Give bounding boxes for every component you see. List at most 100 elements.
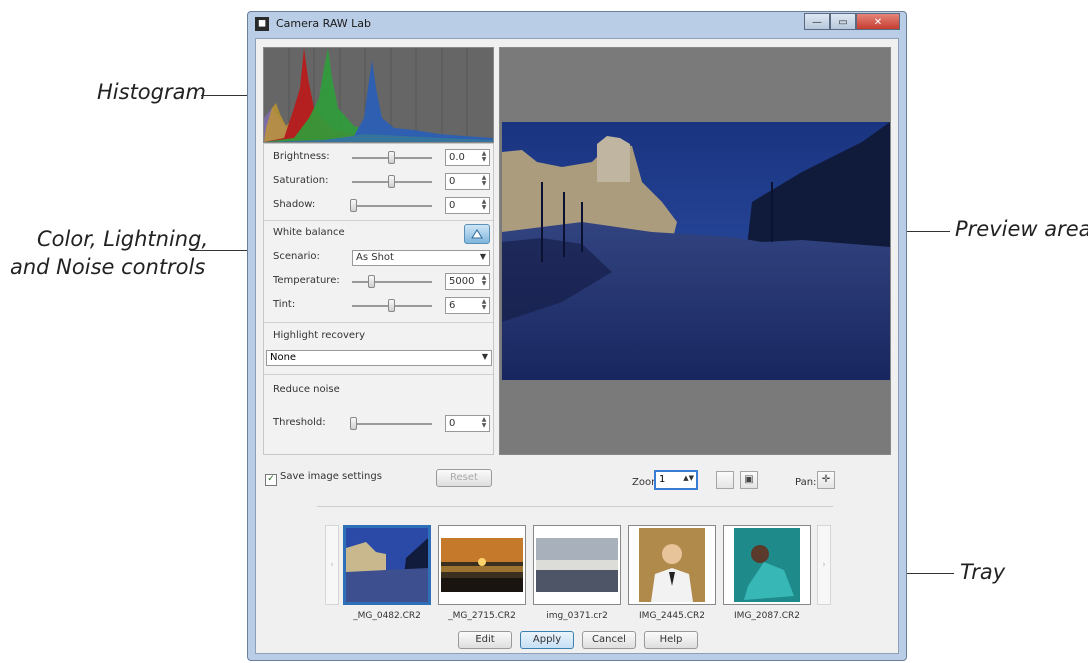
close-button[interactable]: ✕ [856, 13, 900, 30]
tint-label: Tint: [273, 299, 296, 310]
brightness-label: Brightness: [273, 151, 330, 162]
adjustments-panel: Brightness: 0.0 ▲ ▼ Saturation: 0 ▲ ▼ Sh… [263, 143, 494, 455]
pan-button[interactable]: ✛ [817, 471, 835, 489]
pan-label: Pan: [795, 477, 817, 488]
white-balance-row: White balance [264, 222, 495, 246]
tint-spinbox[interactable]: 6 ▲ ▼ [445, 297, 490, 314]
divider [264, 322, 493, 323]
spin-arrows-icon[interactable]: ▲▼ [480, 417, 488, 430]
preview-area[interactable] [499, 47, 891, 455]
threshold-label: Threshold: [273, 417, 326, 428]
tray-thumbnail[interactable] [343, 525, 431, 605]
spin-arrows-icon[interactable]: ▲▼ [480, 299, 488, 312]
spin-arrows-icon[interactable]: ▲▼ [480, 151, 488, 164]
edit-button[interactable]: Edit [458, 631, 512, 649]
thumbnail-image [629, 526, 715, 604]
shadow-slider[interactable] [350, 199, 432, 212]
eyedropper-button[interactable] [464, 224, 490, 244]
maximize-button[interactable]: ▭ [830, 13, 856, 30]
histogram-graph [264, 48, 493, 142]
callout-line-controls [190, 250, 253, 251]
divider [264, 374, 493, 375]
reset-button[interactable]: Reset [436, 469, 492, 487]
spin-arrows-icon[interactable]: ▲▼ [683, 474, 694, 482]
zoom-spinbox[interactable]: 1 ▲▼ [654, 470, 698, 490]
tint-slider[interactable] [352, 299, 432, 312]
tray-thumbnail[interactable] [533, 525, 621, 605]
minimize-button[interactable]: — [804, 13, 830, 30]
brightness-slider-thumb[interactable] [388, 151, 395, 164]
brightness-row: Brightness: 0.0 ▲ ▼ [264, 146, 495, 170]
tray-thumbnail-name: IMG_2087.CR2 [734, 611, 800, 621]
thumbnail-image [439, 526, 525, 604]
tint-row: Tint: 6 ▲ ▼ [264, 294, 495, 318]
shadow-spinbox[interactable]: 0 ▲ ▼ [445, 197, 490, 214]
temperature-slider-thumb[interactable] [368, 275, 375, 288]
scenario-row: Scenario: As Shot ▼ [264, 246, 495, 270]
threshold-value[interactable]: 0 [449, 418, 455, 429]
threshold-slider-thumb[interactable] [350, 417, 358, 430]
callout-preview: Preview area [955, 217, 1088, 241]
saturation-spinbox[interactable]: 0 ▲ ▼ [445, 173, 490, 190]
callout-controls-line2: and Noise controls [10, 255, 206, 279]
help-button[interactable]: Help [644, 631, 698, 649]
shadow-slider-thumb[interactable] [350, 199, 358, 212]
tint-slider-thumb[interactable] [388, 299, 395, 312]
tray-thumbnail[interactable] [723, 525, 811, 605]
divider [264, 220, 493, 221]
threshold-row: Threshold: 0 ▲ ▼ [264, 412, 495, 436]
temperature-spinbox[interactable]: 5000 ▲ ▼ [445, 273, 490, 290]
highlight-recovery-label: Highlight recovery [273, 330, 366, 341]
callout-histogram: Histogram [97, 80, 206, 104]
saturation-slider-thumb[interactable] [388, 175, 395, 188]
scenario-value: As Shot [356, 252, 394, 263]
threshold-slider[interactable] [350, 417, 432, 430]
reduce-noise-label: Reduce noise [273, 384, 340, 395]
spin-arrows-icon[interactable]: ▲▼ [480, 275, 488, 288]
brightness-spinbox[interactable]: 0.0 ▲ ▼ [445, 149, 490, 166]
zoom-value[interactable]: 1 [659, 474, 665, 485]
actual-size-button[interactable]: ▣ [740, 471, 758, 489]
temperature-slider[interactable] [352, 275, 432, 288]
thumbnail-image [534, 526, 620, 604]
scenario-dropdown[interactable]: As Shot ▼ [352, 250, 490, 266]
threshold-spinbox[interactable]: 0 ▲ ▼ [445, 415, 490, 432]
tray-scroll-left-button[interactable]: ‹ [325, 525, 339, 605]
tray-thumbnail[interactable] [628, 525, 716, 605]
preview-image [502, 122, 890, 380]
window-title: Camera RAW Lab [276, 17, 372, 30]
highlight-recovery-value: None [270, 352, 297, 363]
apply-button[interactable]: Apply [520, 631, 574, 649]
callout-controls-line1: Color, Lightning, [37, 227, 209, 251]
dialog-client: Brightness: 0.0 ▲ ▼ Saturation: 0 ▲ ▼ Sh… [255, 38, 899, 654]
shadow-value[interactable]: 0 [449, 200, 455, 211]
tray-thumbnail-name: _MG_0482.CR2 [353, 611, 421, 621]
saturation-value[interactable]: 0 [449, 176, 455, 187]
highlight-recovery-dropdown[interactable]: None ▼ [266, 350, 492, 366]
eyedropper-icon [471, 229, 483, 239]
divider [317, 506, 833, 507]
spin-arrows-icon[interactable]: ▲▼ [480, 175, 488, 188]
tray-scroll-right-button[interactable]: › [817, 525, 831, 605]
brightness-value[interactable]: 0.0 [449, 152, 465, 163]
saturation-label: Saturation: [273, 175, 329, 186]
checkmark-icon[interactable]: ✓ [265, 474, 277, 486]
saturation-row: Saturation: 0 ▲ ▼ [264, 170, 495, 194]
title-bar[interactable]: ◼ Camera RAW Lab — ▭ ✕ [248, 12, 906, 36]
move-icon: ✛ [821, 474, 831, 485]
tray-thumbnail-name: IMG_2445.CR2 [639, 611, 705, 621]
spin-arrows-icon[interactable]: ▲▼ [480, 199, 488, 212]
callout-tray: Tray [960, 560, 1006, 584]
cancel-button[interactable]: Cancel [582, 631, 636, 649]
app-icon: ◼ [255, 17, 269, 31]
scenario-label: Scenario: [273, 251, 320, 262]
temperature-value[interactable]: 5000 [449, 276, 474, 287]
saturation-slider[interactable] [352, 175, 432, 188]
save-settings-checkbox-row[interactable]: ✓ Save image settings [265, 471, 382, 486]
fit-to-window-button[interactable] [716, 471, 734, 489]
save-settings-label: Save image settings [280, 471, 382, 482]
tray: ‹ _MG_0482.CR2 _MG_2715.CR2 img_0371.cr2… [325, 525, 833, 621]
tint-value[interactable]: 6 [449, 300, 455, 311]
tray-thumbnail[interactable] [438, 525, 526, 605]
brightness-slider[interactable] [352, 151, 432, 164]
